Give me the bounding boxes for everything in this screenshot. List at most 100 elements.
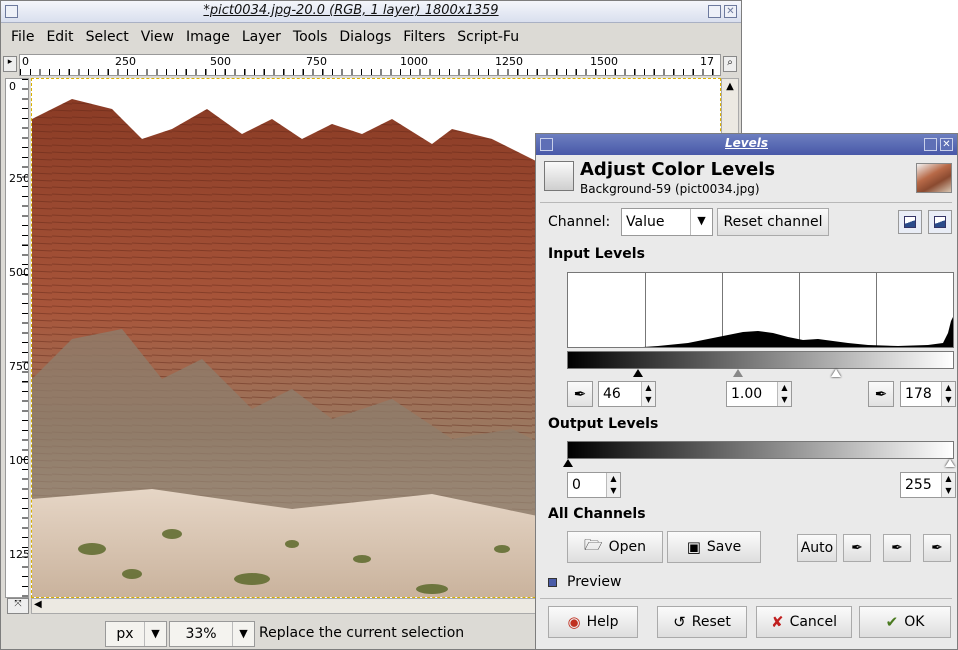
navigate-icon[interactable]: ⤧	[7, 598, 29, 614]
gamma-value[interactable]: 1.00	[727, 386, 777, 402]
vertical-ruler[interactable]: 0 250 500 750 1000 1250	[5, 78, 29, 598]
close-icon[interactable]: ✕	[940, 138, 953, 151]
zoom-icon[interactable]: ⌕	[723, 56, 737, 72]
spinner-arrows-icon[interactable]: ▲ ▼	[941, 382, 955, 406]
output-high-value[interactable]: 255	[901, 477, 941, 493]
status-message: Replace the current selection	[259, 625, 465, 641]
input-low-value[interactable]: 46	[599, 386, 641, 402]
channel-select[interactable]: Value ▼	[621, 208, 713, 236]
black-point-picker-button[interactable]: ✒	[567, 381, 593, 407]
chevron-down-icon[interactable]: ▼	[232, 622, 254, 646]
gamma-spinner[interactable]: 1.00 ▲ ▼	[726, 381, 792, 407]
help-button[interactable]: ◉ Help	[548, 606, 638, 638]
eyedropper-icon: ✒	[874, 385, 888, 403]
input-low-handle[interactable]	[633, 369, 643, 377]
preview-checkbox[interactable]	[548, 577, 557, 587]
menu-layer[interactable]: Layer	[238, 29, 289, 45]
white-point-picker-button[interactable]: ✒	[868, 381, 894, 407]
reset-channel-button[interactable]: Reset channel	[717, 208, 829, 236]
ok-label: OK	[904, 614, 925, 630]
cancel-button[interactable]: ✘ Cancel	[756, 606, 852, 638]
close-icon[interactable]: ✕	[724, 5, 737, 18]
zoom-select[interactable]: 33% ▼	[169, 621, 255, 647]
input-levels-title: Input Levels	[548, 246, 645, 262]
output-high-spinner[interactable]: 255 ▲ ▼	[900, 472, 956, 498]
ok-button[interactable]: ✔ OK	[859, 606, 951, 638]
dialog-heading: Adjust Color Levels	[580, 159, 776, 180]
image-window-titlebar[interactable]: *pict0034.jpg-20.0 (RGB, 1 layer) 1800x1…	[1, 1, 741, 23]
log-histogram-button[interactable]	[928, 210, 952, 234]
maximize-icon[interactable]	[708, 5, 721, 18]
ruler-label: 1000	[9, 454, 28, 467]
preview-toggle[interactable]: Preview	[548, 574, 622, 590]
divider	[540, 598, 952, 599]
menu-select[interactable]: Select	[82, 29, 137, 45]
ruler-label: 0	[22, 55, 29, 68]
chevron-down-icon[interactable]: ▼	[690, 209, 712, 235]
unit-select[interactable]: px ▼	[105, 621, 167, 647]
input-high-spinner[interactable]: 178 ▲ ▼	[900, 381, 956, 407]
pick-black-button[interactable]: ✒	[843, 534, 871, 562]
ruler-label: 1000	[400, 55, 428, 68]
linear-histogram-icon	[904, 216, 916, 228]
gamma-handle[interactable]	[733, 369, 743, 377]
auto-button[interactable]: Auto	[797, 534, 837, 562]
reset-button[interactable]: ↺ Reset	[657, 606, 747, 638]
chevron-down-icon[interactable]: ▼	[144, 622, 166, 646]
input-low-spinner[interactable]: 46 ▲ ▼	[598, 381, 656, 407]
pick-gray-button[interactable]: ✒	[883, 534, 911, 562]
cancel-label: Cancel	[789, 614, 837, 630]
output-levels-title: Output Levels	[548, 416, 659, 432]
levels-titlebar[interactable]: Levels ✕	[536, 134, 957, 155]
input-high-handle[interactable]	[831, 369, 841, 377]
open-button[interactable]: 🗁 Open	[567, 531, 663, 563]
histogram-curve	[643, 317, 953, 347]
preview-label: Preview	[567, 574, 622, 590]
reset-icon: ↺	[673, 613, 686, 631]
eyedropper-icon: ✒	[573, 385, 587, 403]
spinner-arrows-icon[interactable]: ▲ ▼	[941, 473, 955, 497]
pick-white-button[interactable]: ✒	[923, 534, 951, 562]
menu-view[interactable]: View	[137, 29, 182, 45]
output-low-value[interactable]: 0	[568, 477, 606, 493]
menu-tools[interactable]: Tools	[289, 29, 336, 45]
input-slider[interactable]	[567, 369, 954, 379]
spinner-arrows-icon[interactable]: ▲ ▼	[641, 382, 655, 406]
spinner-arrows-icon[interactable]: ▲ ▼	[777, 382, 791, 406]
scroll-up-icon[interactable]: ▲	[724, 81, 736, 93]
input-high-value[interactable]: 178	[901, 386, 941, 402]
linear-histogram-button[interactable]	[898, 210, 922, 234]
horizontal-ruler[interactable]: 0 250 500 750 1000 1250 1500 17	[19, 54, 721, 76]
x-icon: ✘	[770, 613, 784, 631]
output-slider[interactable]	[563, 459, 955, 469]
menu-filters[interactable]: Filters	[399, 29, 453, 45]
floppy-icon: ▣	[686, 538, 701, 556]
save-button[interactable]: ▣ Save	[667, 531, 761, 563]
output-low-handle[interactable]	[563, 459, 573, 467]
output-high-handle[interactable]	[945, 459, 955, 467]
scroll-left-icon[interactable]: ◀	[34, 599, 42, 610]
menu-file[interactable]: File	[7, 29, 42, 45]
ruler-label: 1500	[590, 55, 618, 68]
levels-title: Levels	[724, 136, 768, 150]
menu-edit[interactable]: Edit	[42, 29, 81, 45]
reset-label: Reset	[691, 614, 731, 630]
menu-image[interactable]: Image	[182, 29, 238, 45]
dialog-subheading: Background-59 (pict0034.jpg)	[580, 182, 760, 196]
check-icon: ✔	[885, 613, 899, 631]
eyedropper-icon: ✒	[851, 540, 863, 556]
spinner-arrows-icon[interactable]: ▲ ▼	[606, 473, 620, 497]
quick-mask-toggle-icon[interactable]: ▸	[3, 56, 17, 72]
ruler-ticks	[20, 69, 720, 75]
output-low-spinner[interactable]: 0 ▲ ▼	[567, 472, 621, 498]
help-label: Help	[586, 614, 619, 630]
channel-label: Channel:	[548, 214, 611, 230]
ruler-ticks	[22, 79, 28, 597]
ruler-label: 17	[700, 55, 714, 68]
maximize-icon[interactable]	[924, 138, 937, 151]
zoom-value: 33%	[185, 626, 217, 642]
menu-script-fu[interactable]: Script-Fu	[453, 29, 527, 45]
image-window-title: *pict0034.jpg-20.0 (RGB, 1 layer) 1800x1…	[203, 3, 499, 18]
histogram[interactable]	[567, 272, 954, 348]
menu-dialogs[interactable]: Dialogs	[335, 29, 399, 45]
